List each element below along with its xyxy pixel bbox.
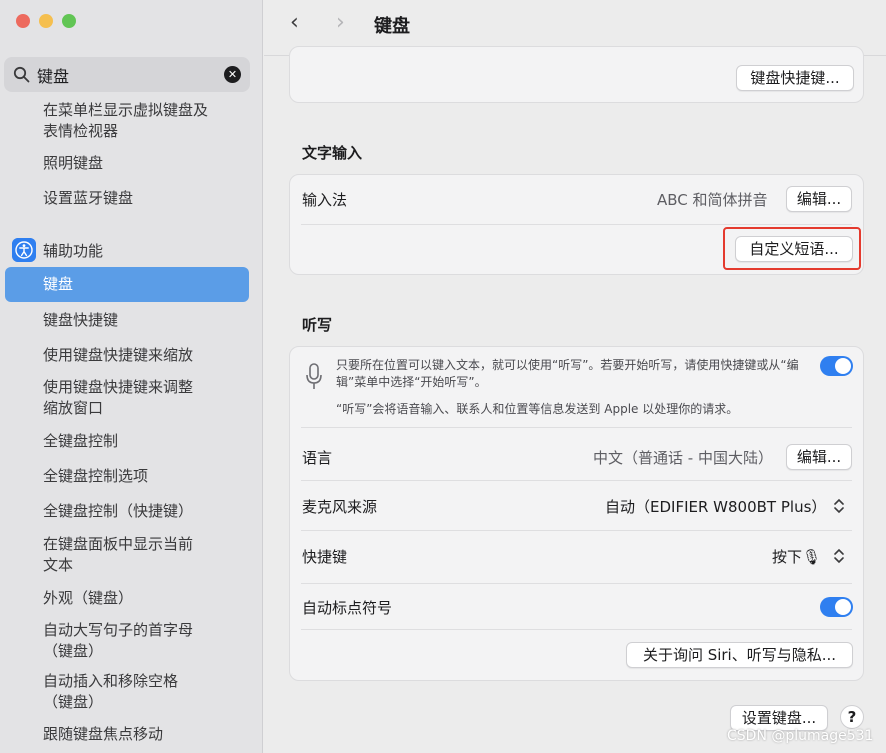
sidebar-result-auto-capitalize[interactable]: 自动大写句子的首字母 （键盘） bbox=[43, 620, 243, 662]
chevron-updown-icon[interactable] bbox=[832, 496, 846, 516]
zoom-window-button[interactable] bbox=[62, 14, 76, 28]
about-siri-dictation-privacy-button[interactable]: 关于询问 Siri、听写与隐私... bbox=[626, 642, 853, 668]
page-title: 键盘 bbox=[374, 16, 410, 37]
close-window-button[interactable] bbox=[16, 14, 30, 28]
dictation-description: 只要所在位置可以键入文本，就可以使用“听写”。若要开始听写，请使用快捷键或从“编… bbox=[336, 358, 799, 389]
sidebar-result-label: 使用键盘快捷键来调整 缩放窗口 bbox=[43, 378, 194, 417]
keyboard-settings-card: 键盘快捷键... bbox=[289, 46, 864, 103]
language-label: 语言 bbox=[302, 449, 333, 467]
microphone-icon bbox=[306, 363, 322, 389]
sidebar-result-backlit-keyboard[interactable]: 照明键盘 bbox=[43, 153, 243, 174]
shortcut-label: 快捷键 bbox=[302, 548, 348, 566]
forward-button[interactable]: › bbox=[336, 10, 345, 35]
edit-languages-button[interactable]: 编辑... bbox=[786, 444, 852, 470]
microphone-source-select[interactable]: 自动（EDIFIER W800BT Plus） bbox=[605, 496, 826, 517]
section-title-text-input: 文字输入 bbox=[302, 144, 363, 162]
language-value: 中文（普通话 - 中国大陆） bbox=[593, 449, 773, 467]
sidebar-result-full-keyboard-access[interactable]: 全键盘控制 bbox=[43, 431, 243, 452]
row-divider bbox=[301, 583, 852, 584]
sidebar-result-zoom-shortcuts[interactable]: 使用键盘快捷键来缩放 bbox=[43, 345, 243, 366]
sidebar-result-label: 在菜单栏显示虚拟键盘及 表情检视器 bbox=[43, 101, 209, 140]
sidebar-result-label: 在键盘面板中显示当前 文本 bbox=[43, 535, 194, 574]
sidebar-result-label: 设置蓝牙键盘 bbox=[43, 189, 134, 207]
sidebar-result-label: 键盘 bbox=[43, 275, 74, 293]
sidebar-result-label: 键盘快捷键 bbox=[43, 311, 119, 329]
keyboard-shortcuts-button[interactable]: 键盘快捷键... bbox=[736, 65, 854, 91]
sidebar-result-label: 使用键盘快捷键来缩放 bbox=[43, 346, 194, 364]
sidebar-result-resize-zoom-window[interactable]: 使用键盘快捷键来调整 缩放窗口 bbox=[43, 377, 243, 419]
sidebar-result-label: 照明键盘 bbox=[43, 154, 104, 172]
sidebar-result-virtual-keyboard[interactable]: 在菜单栏显示虚拟键盘及 表情检视器 bbox=[43, 100, 243, 142]
sidebar-result-keyboard-shortcuts[interactable]: 键盘快捷键 bbox=[43, 310, 243, 331]
row-divider bbox=[301, 530, 852, 531]
edit-input-sources-button[interactable]: 编辑... bbox=[786, 186, 852, 212]
main-content: ‹ › 键盘 键盘快捷键... 文字输入 输入法 ABC 和简体拼音 编辑...… bbox=[264, 0, 886, 753]
sidebar-result-label: 自动插入和移除空格 （键盘） bbox=[43, 672, 179, 711]
sidebar-result-label: 自动大写句子的首字母 （键盘） bbox=[43, 621, 194, 660]
input-method-label: 输入法 bbox=[302, 191, 348, 209]
dictation-privacy-note: “听写”会将语音输入、联系人和位置等信息发送到 Apple 以处理你的请求。 bbox=[336, 402, 739, 416]
sidebar-result-label: 跟随键盘焦点移动 bbox=[43, 725, 164, 743]
sidebar-result-follow-focus[interactable]: 跟随键盘焦点移动 bbox=[43, 724, 243, 745]
sidebar-result-fka-shortcut[interactable]: 全键盘控制（快捷键） bbox=[43, 501, 243, 522]
dictation-toggle[interactable] bbox=[820, 356, 853, 376]
sidebar-result-smart-spaces[interactable]: 自动插入和移除空格 （键盘） bbox=[43, 671, 243, 713]
row-divider bbox=[301, 224, 852, 225]
clear-icon[interactable]: ✕ bbox=[224, 66, 241, 83]
sidebar-result-label: 全键盘控制选项 bbox=[43, 467, 149, 485]
sidebar-group-accessibility[interactable]: 辅助功能 bbox=[43, 240, 103, 261]
input-method-value: ABC 和简体拼音 bbox=[657, 191, 768, 209]
section-title-dictation: 听写 bbox=[302, 316, 333, 334]
text-replacements-button[interactable]: 自定义短语... bbox=[735, 236, 853, 262]
search-input[interactable]: 键盘 bbox=[37, 63, 69, 87]
auto-punctuation-label: 自动标点符号 bbox=[302, 599, 393, 617]
sidebar-result-fka-options[interactable]: 全键盘控制选项 bbox=[43, 466, 243, 487]
watermark: CSDN @plumage531 bbox=[727, 728, 874, 744]
sidebar-result-show-current-text[interactable]: 在键盘面板中显示当前 文本 bbox=[43, 534, 243, 576]
sidebar-result-keyboard[interactable]: 键盘 bbox=[43, 274, 243, 295]
window-controls bbox=[16, 14, 76, 28]
sidebar: 键盘 ✕ 在菜单栏显示虚拟键盘及 表情检视器 照明键盘 设置蓝牙键盘 辅助功能 … bbox=[0, 0, 263, 753]
help-button[interactable]: ? bbox=[840, 705, 864, 729]
back-button[interactable]: ‹ bbox=[290, 10, 299, 35]
sidebar-result-label: 外观（键盘） bbox=[43, 589, 134, 607]
auto-punctuation-toggle[interactable] bbox=[820, 597, 853, 617]
row-divider bbox=[301, 480, 852, 481]
chevron-updown-icon[interactable] bbox=[832, 546, 846, 566]
accessibility-icon bbox=[12, 238, 36, 262]
sidebar-result-label: 全键盘控制（快捷键） bbox=[43, 502, 194, 520]
row-divider bbox=[301, 629, 852, 630]
search-field[interactable]: 键盘 ✕ bbox=[4, 57, 250, 92]
row-divider bbox=[301, 427, 852, 428]
magnifier-icon bbox=[13, 66, 30, 83]
sidebar-result-appearance[interactable]: 外观（键盘） bbox=[43, 588, 243, 609]
sidebar-result-bluetooth-keyboard[interactable]: 设置蓝牙键盘 bbox=[43, 188, 243, 209]
minimize-window-button[interactable] bbox=[39, 14, 53, 28]
microphone-source-label: 麦克风来源 bbox=[302, 498, 378, 516]
sidebar-result-label: 全键盘控制 bbox=[43, 432, 119, 450]
shortcut-select[interactable]: 按下🎙 bbox=[772, 546, 821, 567]
